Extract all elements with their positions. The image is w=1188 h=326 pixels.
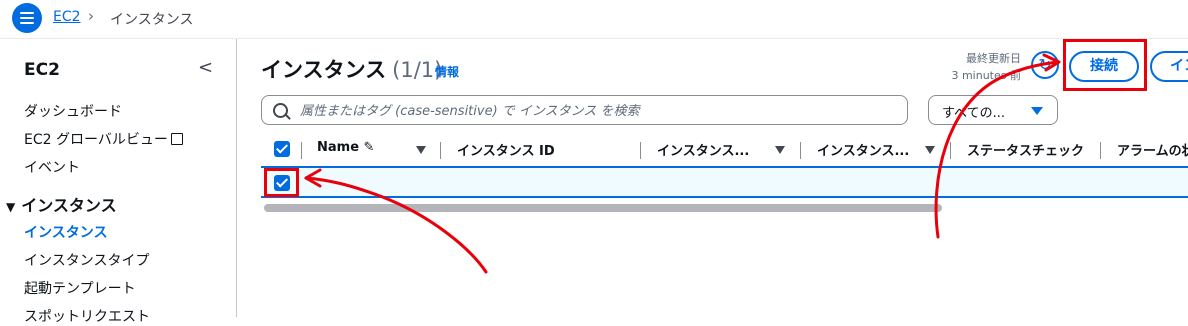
- annotation-arrows: [304, 53, 1061, 274]
- annotation-arrow-to-checkbox: [304, 176, 488, 274]
- annotation-arrow-to-connect: [934, 60, 1060, 239]
